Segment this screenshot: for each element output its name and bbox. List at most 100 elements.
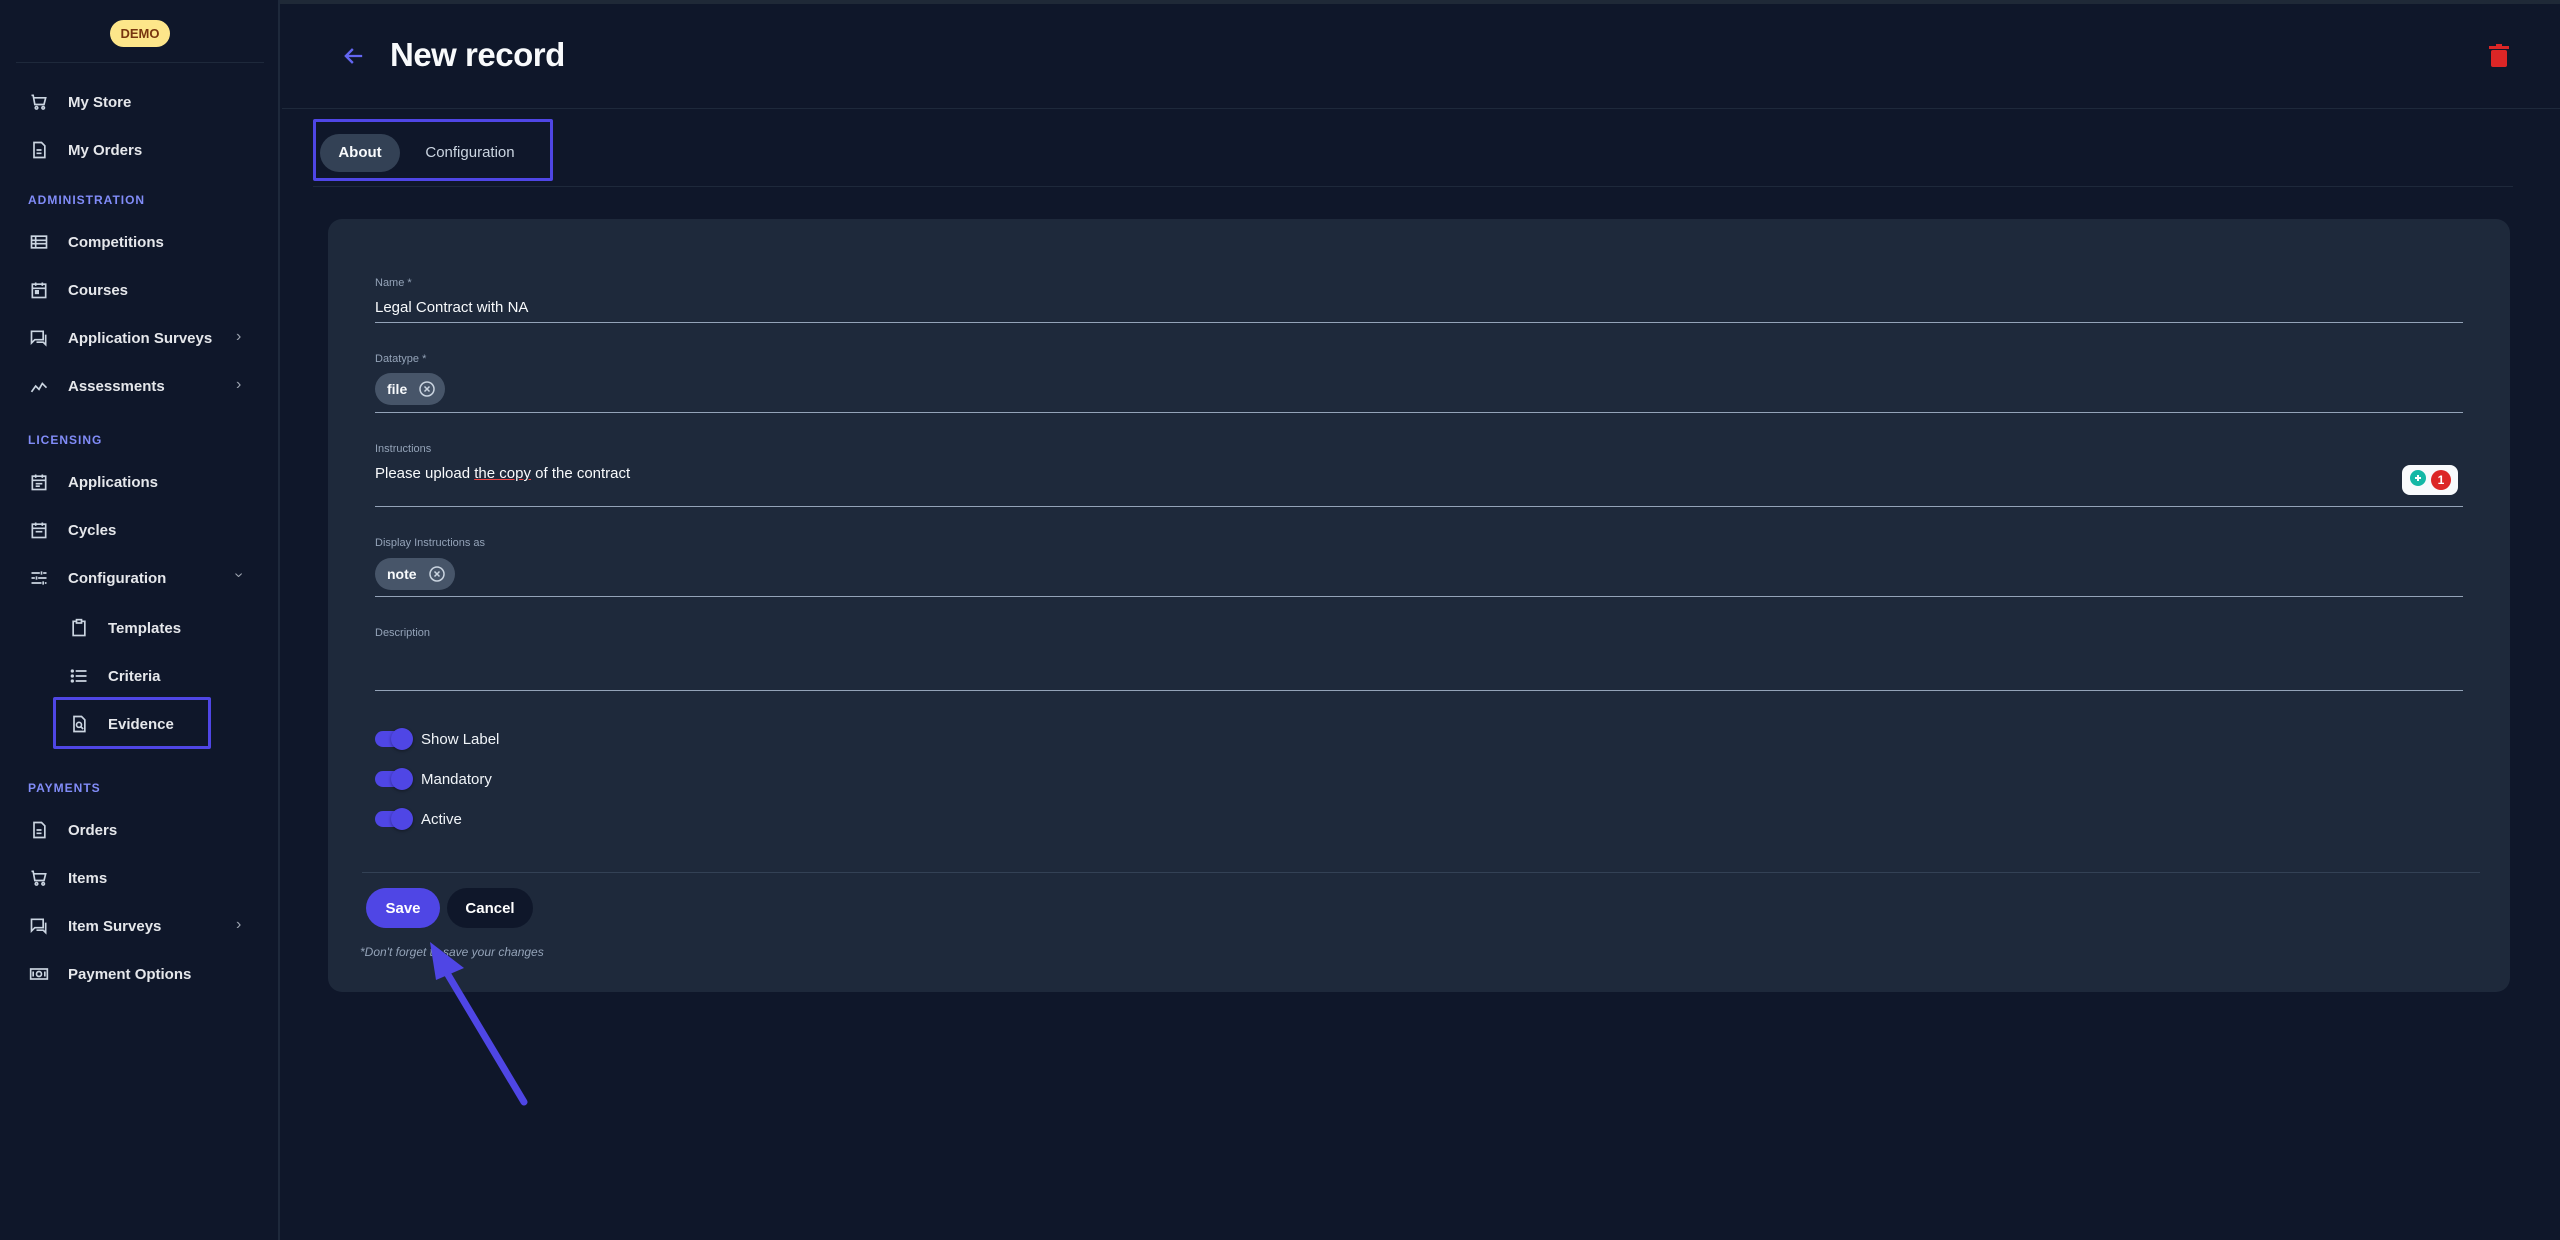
description-field-underline xyxy=(375,690,2463,691)
toggle-label: Active xyxy=(421,810,462,828)
toggle-switch[interactable] xyxy=(375,808,413,830)
sidebar-item-label: Payment Options xyxy=(68,965,192,983)
sidebar-item-cycles[interactable]: Cycles xyxy=(28,514,116,546)
save-hint: *Don't forget to save your changes xyxy=(360,945,544,959)
list-icon xyxy=(28,231,50,253)
sidebar-item-label: Assessments xyxy=(68,377,165,395)
name-label: Name * xyxy=(375,277,412,289)
save-button[interactable]: Save xyxy=(366,888,440,928)
chip-label: note xyxy=(387,566,417,582)
grammar-checker-badge[interactable]: 1 xyxy=(2402,465,2458,495)
sidebar-item-label: Competitions xyxy=(68,233,164,251)
survey-icon xyxy=(28,915,50,937)
sidebar-item-applications[interactable]: Applications xyxy=(28,466,158,498)
datatype-chip[interactable]: file xyxy=(375,373,446,405)
sidebar-divider xyxy=(16,62,264,63)
cash-icon xyxy=(28,963,50,985)
sidebar-item-courses[interactable]: Courses xyxy=(28,274,128,306)
toggle-active[interactable]: Active xyxy=(375,807,462,831)
datatype-label: Datatype * xyxy=(375,353,427,365)
trash-icon[interactable] xyxy=(2488,44,2512,70)
sidebar-item-label: Item Surveys xyxy=(68,917,162,935)
name-field-underline xyxy=(375,322,2463,323)
sidebar-item-payment-options[interactable]: Payment Options xyxy=(28,958,191,990)
sidebar-item-label: Cycles xyxy=(68,521,117,539)
sidebar-item-label: Items xyxy=(68,869,108,887)
page-title: New record xyxy=(390,36,565,73)
list-bullets-icon xyxy=(68,665,90,687)
cart-icon xyxy=(28,91,50,113)
sidebar-item-criteria[interactable]: Criteria xyxy=(68,660,161,692)
calendar-icon xyxy=(28,519,50,541)
datatype-field-underline xyxy=(375,412,2463,413)
sidebar-item-label: Applications xyxy=(68,473,159,491)
toggle-show-label[interactable]: Show Label xyxy=(375,727,499,751)
name-field[interactable]: Legal Contract with NA xyxy=(375,299,528,316)
instructions-field[interactable]: Please upload the copy of the contract xyxy=(375,465,630,482)
sidebar-item-label: My Orders xyxy=(68,141,143,159)
sidebar-item-label: Orders xyxy=(68,821,118,839)
toggle-label: Show Label xyxy=(421,730,500,748)
sidebar-item-label: Courses xyxy=(68,281,129,299)
sidebar-item-label: Configuration xyxy=(68,569,167,587)
back-arrow-icon[interactable] xyxy=(340,42,368,70)
section-administration: ADMINISTRATION xyxy=(28,193,146,207)
tab-configuration[interactable]: Configuration xyxy=(412,134,528,172)
top-border xyxy=(0,0,2560,4)
chevron-right-icon[interactable]: › xyxy=(236,376,241,394)
document-icon xyxy=(28,819,50,841)
chevron-down-icon[interactable]: › xyxy=(230,572,248,577)
chip-label: file xyxy=(387,381,408,397)
sidebar-item-label: Templates xyxy=(108,619,182,637)
chevron-right-icon[interactable]: › xyxy=(236,328,241,346)
chevron-right-icon[interactable]: › xyxy=(236,916,241,934)
calendar-icon xyxy=(28,279,50,301)
form-footer-divider xyxy=(362,872,2480,873)
display-as-field-underline xyxy=(375,596,2463,597)
sidebar-item-orders[interactable]: Orders xyxy=(28,814,117,846)
section-payments: PAYMENTS xyxy=(28,781,101,795)
tab-about[interactable]: About xyxy=(320,134,400,172)
toggle-switch[interactable] xyxy=(375,768,413,790)
grammar-count: 1 xyxy=(2431,470,2451,490)
sidebar-item-label: Application Surveys xyxy=(68,329,213,347)
cart-icon xyxy=(28,867,50,889)
sidebar-item-configuration[interactable]: Configuration xyxy=(28,562,166,594)
sidebar-item-my-store[interactable]: My Store xyxy=(28,86,131,118)
cancel-button[interactable]: Cancel xyxy=(447,888,533,928)
sidebar-item-application-surveys[interactable]: Application Surveys xyxy=(28,322,212,354)
remove-chip-icon[interactable] xyxy=(419,381,435,397)
sliders-icon xyxy=(28,567,50,589)
sidebar-item-my-orders[interactable]: My Orders xyxy=(28,134,142,166)
instructions-label: Instructions xyxy=(375,443,432,455)
sidebar: DEMO My Store My Orders ADMINISTRATION C… xyxy=(0,0,280,1240)
calendar-icon xyxy=(28,471,50,493)
remove-chip-icon[interactable] xyxy=(428,566,445,582)
description-field[interactable] xyxy=(375,652,2463,688)
instructions-text-flagged: the copy xyxy=(474,465,531,482)
form-card xyxy=(328,219,2510,992)
evidence-highlight-box xyxy=(53,697,211,749)
demo-badge: DEMO xyxy=(110,20,170,47)
section-licensing: LICENSING xyxy=(28,433,103,447)
description-label: Description xyxy=(375,627,431,639)
sidebar-item-item-surveys[interactable]: Item Surveys xyxy=(28,910,161,942)
sidebar-item-assessments[interactable]: Assessments xyxy=(28,370,165,402)
toggle-switch[interactable] xyxy=(375,728,413,750)
toggle-label: Mandatory xyxy=(421,770,492,788)
document-icon xyxy=(28,139,50,161)
display-as-chip[interactable]: note xyxy=(375,558,455,590)
sidebar-item-competitions[interactable]: Competitions xyxy=(28,226,164,258)
sidebar-item-items[interactable]: Items xyxy=(28,862,107,894)
clipboard-icon xyxy=(68,617,90,639)
survey-icon xyxy=(28,327,50,349)
tabs-divider xyxy=(313,186,2513,187)
sidebar-item-templates[interactable]: Templates xyxy=(68,612,181,644)
header-divider xyxy=(282,108,2560,109)
sidebar-item-label: Criteria xyxy=(108,667,161,685)
instructions-text-pre: Please upload xyxy=(375,465,475,482)
instructions-text-post: of the contract xyxy=(530,465,631,482)
sidebar-item-label: My Store xyxy=(68,93,132,111)
display-as-label: Display Instructions as xyxy=(375,537,486,549)
toggle-mandatory[interactable]: Mandatory xyxy=(375,767,492,791)
